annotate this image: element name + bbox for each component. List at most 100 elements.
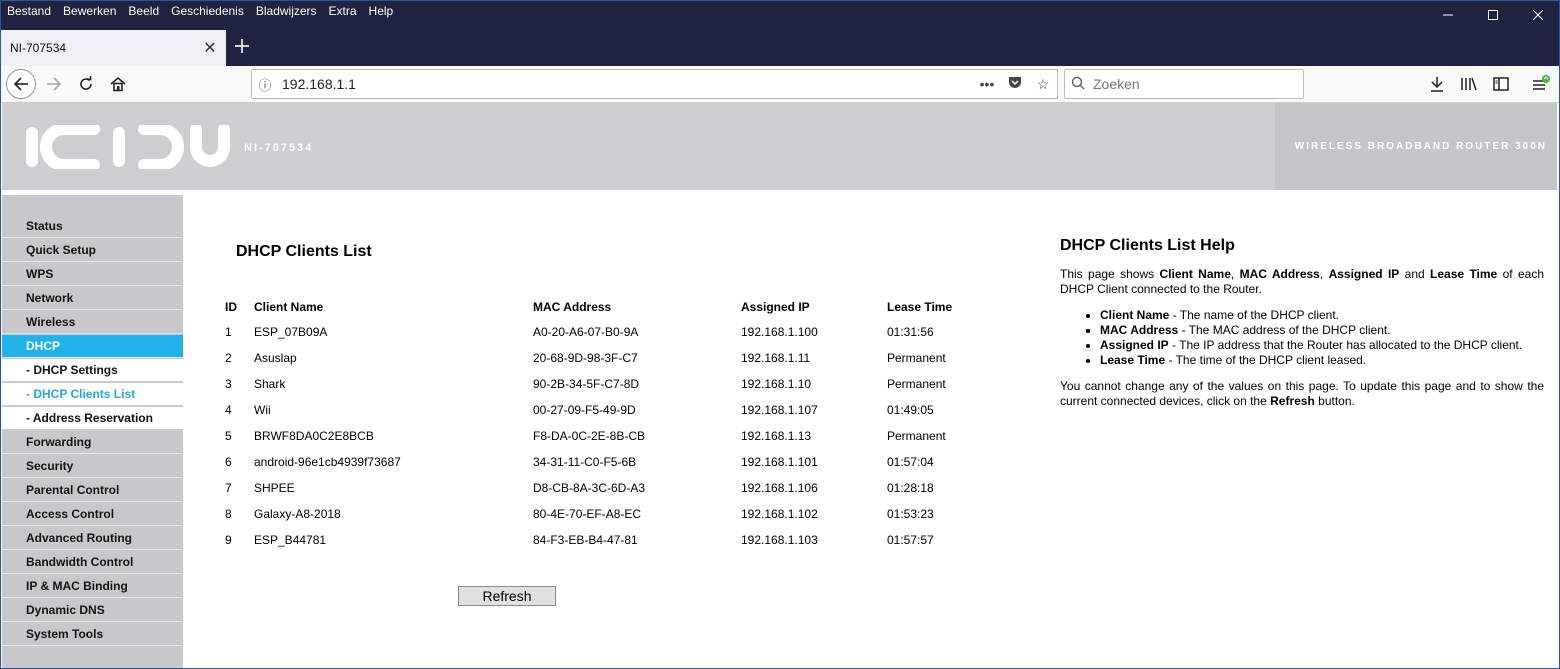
sidebar-item-system-tools[interactable]: System Tools [2, 623, 183, 646]
cell-client-name: Galaxy-A8-2018 [254, 507, 341, 521]
router-banner: NI-707534 WIRELESS BROADBAND ROUTER 300N [2, 103, 1557, 190]
site-info-icon[interactable]: ⓘ [252, 75, 278, 94]
help-bullet-desc: - The time of the DHCP client leased. [1165, 353, 1367, 367]
sidebar-item-access-control[interactable]: Access Control [2, 503, 183, 526]
table-row: 6 android-96e1cb4939f73687 34-31-11-C0-F… [221, 449, 977, 475]
downloads-button[interactable] [1424, 71, 1450, 97]
cell-id: 6 [225, 455, 232, 469]
help-bullet-list: Client Name - The name of the DHCP clien… [1060, 308, 1544, 368]
menu-geschiedenis[interactable]: Geschiedenis [165, 0, 250, 22]
menu-extra[interactable]: Extra [323, 0, 363, 22]
cell-mac-address: 00-27-09-F5-49-9D [533, 403, 636, 417]
sidebar-item-ip-mac-binding[interactable]: IP & MAC Binding [2, 575, 183, 598]
sidebar-item-quick-setup[interactable]: Quick Setup [2, 239, 183, 262]
cell-client-name: BRWF8DA0C2E8BCB [254, 429, 374, 443]
sidebar-item-bandwidth-control[interactable]: Bandwidth Control [2, 551, 183, 574]
refresh-button[interactable]: Refresh [458, 586, 556, 606]
hamburger-menu-icon [1533, 75, 1550, 90]
sidebar-item-advanced-routing[interactable]: Advanced Routing [2, 527, 183, 550]
close-window-button[interactable] [1515, 0, 1560, 30]
new-tab-button[interactable] [232, 34, 252, 58]
cell-assigned-ip: 192.168.1.107 [741, 403, 818, 417]
menu-bewerken[interactable]: Bewerken [57, 0, 122, 22]
sidebar-item-wps[interactable]: WPS [2, 263, 183, 286]
sidebar-item-address-reservation[interactable]: - Address Reservation [2, 407, 183, 430]
cell-id: 1 [225, 325, 232, 339]
menu-bestand[interactable]: Bestand [0, 0, 57, 22]
banner-right-panel: WIRELESS BROADBAND ROUTER 300N [1275, 103, 1557, 190]
cell-assigned-ip: 192.168.1.100 [741, 325, 818, 339]
cell-assigned-ip: 192.168.1.102 [741, 507, 818, 521]
cell-assigned-ip: 192.168.1.106 [741, 481, 818, 495]
open-menu-button[interactable] [1528, 71, 1554, 97]
search-input[interactable] [1091, 75, 1295, 93]
back-button[interactable] [6, 69, 36, 99]
navigation-toolbar: ⓘ 192.168.1.1 ••• ☆ [0, 66, 1560, 103]
logo-graphic [26, 123, 230, 171]
help-intro-text: , [1230, 267, 1240, 281]
help-bullet-desc: - The MAC address of the DHCP client. [1178, 323, 1391, 337]
url-text[interactable]: 192.168.1.1 [278, 76, 973, 92]
reload-button[interactable] [72, 70, 100, 98]
table-row: 9 ESP_B44781 84-F3-EB-B4-47-81 192.168.1… [221, 527, 977, 553]
cell-id: 7 [225, 481, 232, 495]
cell-assigned-ip: 192.168.1.10 [741, 377, 812, 391]
help-intro-text: and [1399, 267, 1431, 281]
page-actions-icon[interactable]: ••• [973, 76, 1001, 92]
cell-mac-address: 80-4E-70-EF-A8-EC [533, 507, 642, 521]
tab-title: NI-707534 [10, 41, 67, 55]
library-icon [1461, 77, 1477, 91]
help-intro-term: Assigned IP [1328, 267, 1400, 281]
column-header-mac-address: MAC Address [533, 300, 612, 314]
tab-close-icon[interactable]: ✕ [200, 38, 220, 58]
menu-bar: Bestand Bewerken Beeld Geschiedenis Blad… [0, 0, 399, 22]
sidebar-item-wireless[interactable]: Wireless [2, 311, 183, 334]
maximize-button[interactable] [1470, 0, 1515, 30]
cell-lease-time: Permanent [887, 429, 946, 443]
cell-client-name: SHPEE [254, 481, 295, 495]
help-bullet-desc: - The name of the DHCP client. [1169, 308, 1339, 322]
cell-id: 2 [225, 351, 232, 365]
browser-title-bar: Bestand Bewerken Beeld Geschiedenis Blad… [0, 0, 1560, 66]
menu-bladwijzers[interactable]: Bladwijzers [250, 0, 323, 22]
help-intro-term: Client Name [1159, 267, 1231, 281]
menu-help[interactable]: Help [363, 0, 400, 22]
sidebar-item-dhcp[interactable]: DHCP [2, 335, 183, 358]
cell-mac-address: A0-20-A6-07-B0-9A [533, 325, 639, 339]
sidebar-item-security[interactable]: Security [2, 455, 183, 478]
forward-button[interactable] [40, 70, 68, 98]
search-icon [1065, 76, 1091, 93]
sidebar-item-dhcp-settings[interactable]: - DHCP Settings [2, 359, 183, 382]
pocket-icon[interactable] [1001, 76, 1029, 92]
sidebar-toggle-button[interactable] [1488, 71, 1514, 97]
sidebar-item-dynamic-dns[interactable]: Dynamic DNS [2, 599, 183, 622]
cell-mac-address: F8-DA-0C-2E-8B-CB [533, 429, 646, 443]
browser-tab[interactable]: NI-707534 ✕ [0, 30, 226, 66]
table-row: 8 Galaxy-A8-2018 80-4E-70-EF-A8-EC 192.1… [221, 501, 977, 527]
help-footer-text: button. [1314, 394, 1355, 408]
cell-client-name: ESP_07B09A [254, 325, 328, 339]
cell-mac-address: 20-68-9D-98-3F-C7 [533, 351, 638, 365]
sidebar-item-dhcp-clients-list[interactable]: - DHCP Clients List [2, 383, 183, 406]
maximize-icon [1487, 10, 1498, 20]
forward-arrow-icon [47, 77, 62, 91]
bookmark-star-icon[interactable]: ☆ [1029, 76, 1057, 93]
minimize-icon [1442, 14, 1453, 16]
search-bar[interactable] [1064, 69, 1304, 99]
help-bullet-term: Lease Time [1100, 353, 1166, 367]
sidebar-item-status[interactable]: Status [2, 215, 183, 238]
router-model: NI-707534 [244, 142, 314, 154]
menu-beeld[interactable]: Beeld [122, 0, 165, 22]
column-header-assigned-ip: Assigned IP [741, 300, 810, 314]
url-bar[interactable]: ⓘ 192.168.1.1 ••• ☆ [251, 69, 1058, 99]
library-button[interactable] [1456, 71, 1482, 97]
home-button[interactable] [104, 70, 132, 98]
sidebar-item-parental-control[interactable]: Parental Control [2, 479, 183, 502]
table-row: 5 BRWF8DA0C2E8BCB F8-DA-0C-2E-8B-CB 192.… [221, 423, 977, 449]
close-icon [1532, 10, 1543, 20]
cell-id: 8 [225, 507, 232, 521]
minimize-button[interactable] [1425, 0, 1470, 30]
sidebar-item-network[interactable]: Network [2, 287, 183, 310]
sidebar-item-forwarding[interactable]: Forwarding [2, 431, 183, 454]
help-bullet-term: Assigned IP [1100, 338, 1169, 352]
